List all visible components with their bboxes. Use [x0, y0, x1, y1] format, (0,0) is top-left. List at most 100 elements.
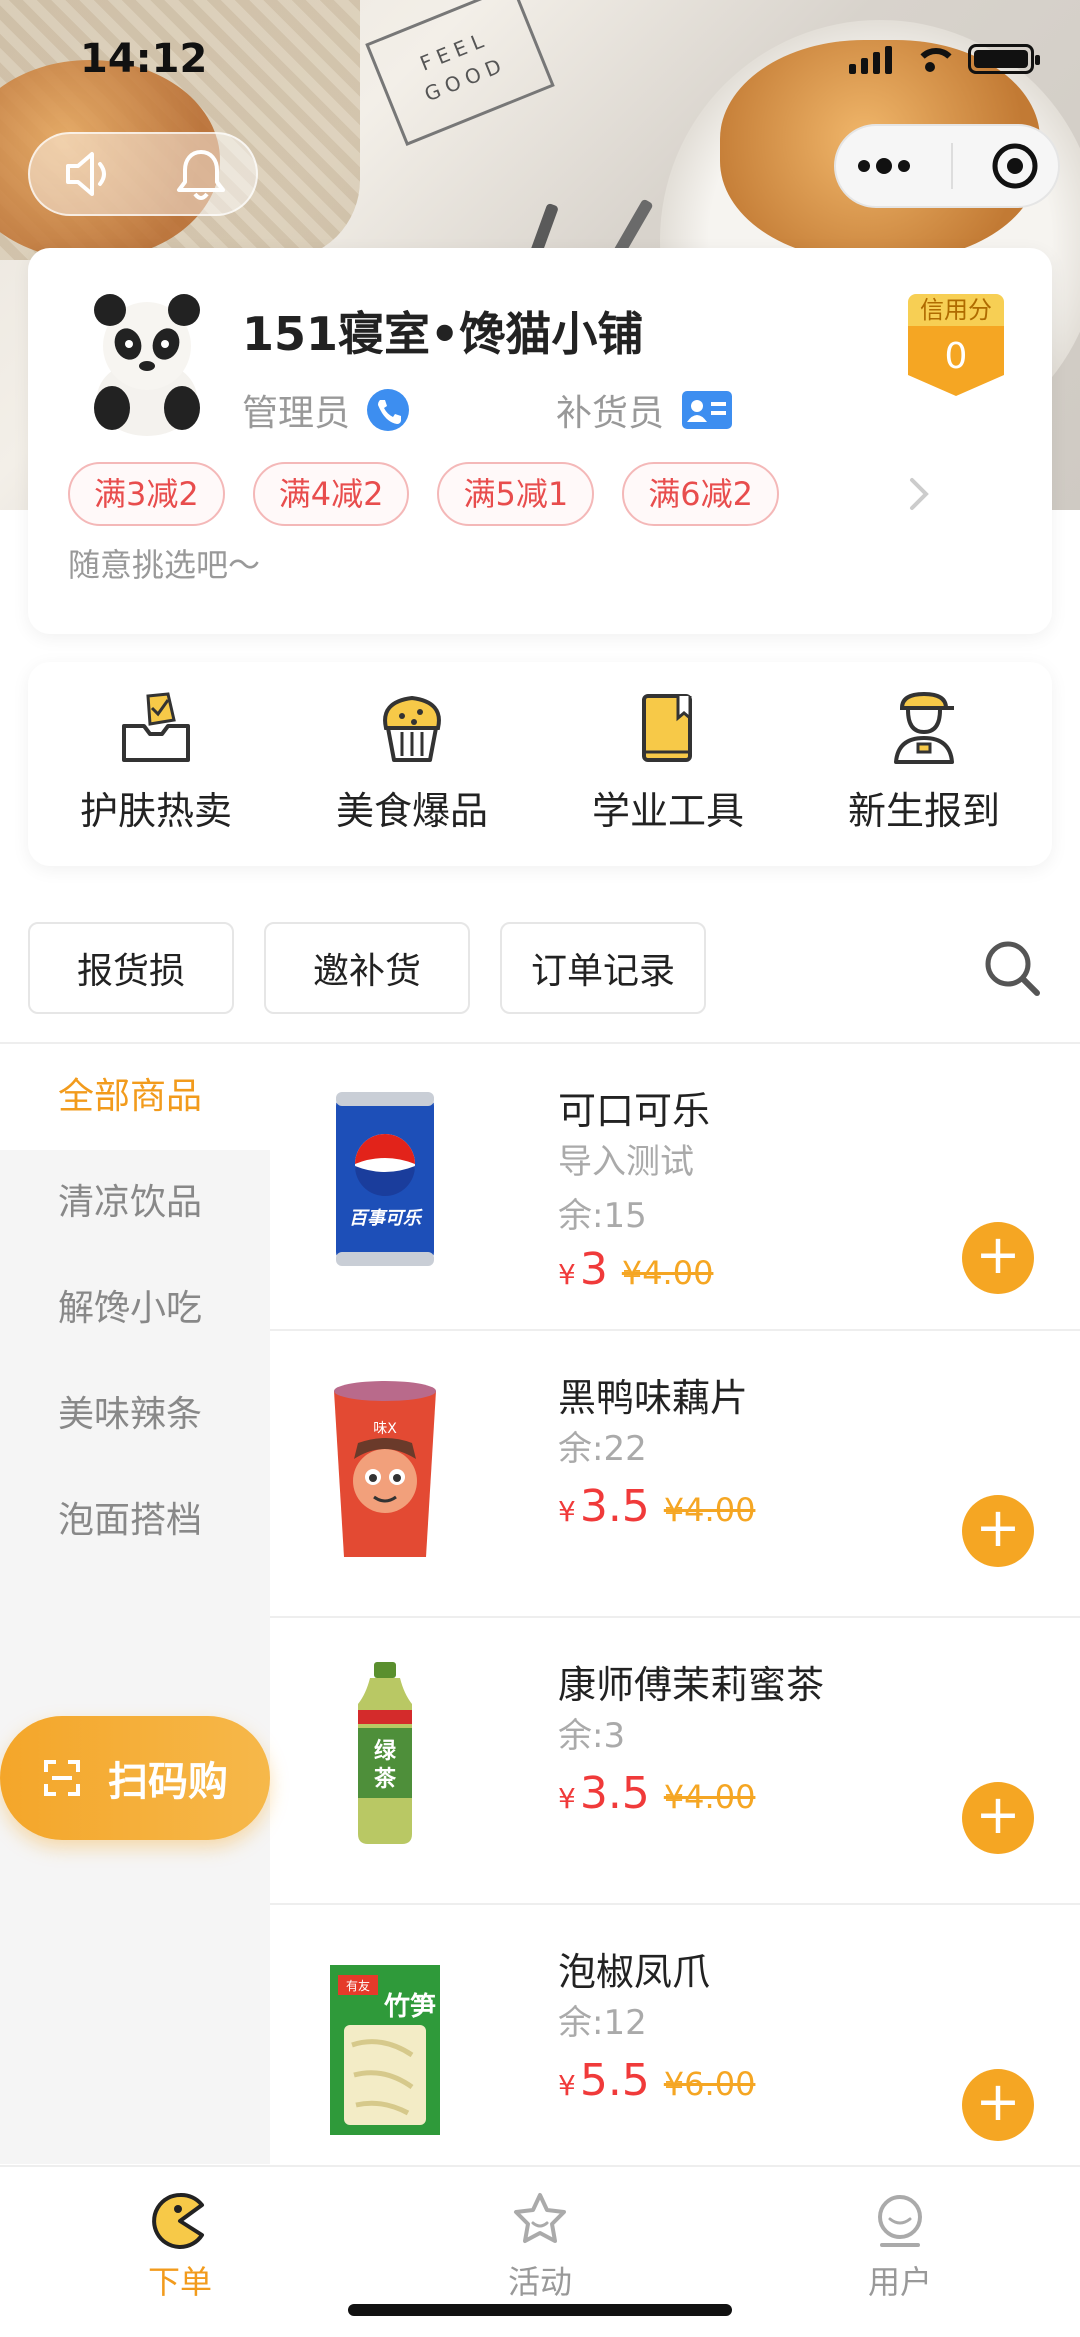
phone-icon[interactable]	[366, 388, 410, 432]
original-price: ¥6.00	[663, 2065, 756, 2103]
category-skincare[interactable]: 护肤热卖	[28, 662, 284, 866]
book-icon	[642, 694, 692, 762]
product-item[interactable]: 味X 黑鸭味藕片 余:22 ¥ 3.5 ¥4.00 +	[270, 1331, 1080, 1618]
product-stock: 余:12	[558, 2003, 647, 2043]
currency-symbol: ¥	[558, 1258, 576, 1291]
search-icon[interactable]	[980, 936, 1044, 1000]
speaker-icon[interactable]	[60, 146, 116, 202]
pacman-icon	[152, 2192, 204, 2249]
product-list: 百事可乐 可口可乐 导入测试 余:15 ¥ 3 ¥4.00 + 味X 黑鸭味藕片…	[270, 1044, 1080, 2164]
coupon-tag[interactable]: 满6减2	[622, 462, 779, 526]
category-study[interactable]: 学业工具	[540, 662, 796, 866]
currency-symbol: ¥	[558, 1782, 576, 1815]
svg-text:有友: 有友	[346, 1979, 370, 1993]
category-label: 学业工具	[591, 789, 744, 833]
product-price: ¥ 3.5 ¥4.00	[558, 1481, 755, 1532]
product-stock: 余:22	[558, 1429, 647, 1469]
coupon-tag[interactable]: 满5减1	[437, 462, 595, 526]
original-price: ¥4.00	[663, 1491, 756, 1529]
home-indicator[interactable]	[348, 2304, 732, 2316]
bell-icon[interactable]	[175, 146, 227, 202]
tab-label: 用户	[867, 2263, 932, 2301]
shop-name: 151寝室•馋猫小铺	[242, 307, 644, 361]
notice-text: 随意挑选吧～	[68, 546, 261, 584]
category-label: 新生报到	[847, 789, 1000, 833]
product-image: 味X	[334, 1381, 436, 1557]
credit-label: 信用分	[908, 294, 1004, 326]
product-image: 绿 茶	[358, 1662, 412, 1844]
currency-symbol: ¥	[558, 1495, 576, 1528]
sound-notify-pill	[28, 132, 258, 216]
battery-icon	[968, 44, 1040, 74]
add-to-cart-button[interactable]: +	[962, 2069, 1034, 2141]
svg-text:茶: 茶	[374, 1767, 397, 1792]
category-shortcuts: 护肤热卖 美食爆品 学业工具 新生报到	[28, 662, 1052, 866]
action-bar: 报货损 邀补货 订单记录	[28, 922, 706, 1014]
add-to-cart-button[interactable]: +	[962, 1782, 1034, 1854]
credit-badge: 信用分 0	[908, 294, 1004, 396]
svg-text:百事可乐: 百事可乐	[349, 1208, 423, 1229]
add-to-cart-button[interactable]: +	[962, 1222, 1034, 1294]
current-price: 5.5	[579, 2055, 650, 2106]
category-freshman[interactable]: 新生报到	[796, 662, 1052, 866]
panda-avatar	[94, 294, 200, 436]
coupon-tag[interactable]: 满3减2	[68, 462, 225, 526]
product-name: 可口可乐	[558, 1089, 711, 1133]
product-item[interactable]: 百事可乐 可口可乐 导入测试 余:15 ¥ 3 ¥4.00 +	[270, 1044, 1080, 1331]
scan-icon	[44, 1760, 80, 1796]
shop-card: 151寝室•馋猫小铺 管理员 补货员 信用分 0 满3减2 满4减2 满5减1 …	[28, 248, 1052, 634]
product-price: ¥ 3 ¥4.00	[558, 1244, 713, 1295]
product-name: 康师傅茉莉蜜茶	[558, 1663, 825, 1707]
tab-label: 活动	[507, 2263, 572, 2301]
tab-user[interactable]: 用户	[720, 2167, 1080, 2337]
star-smile-icon	[514, 2193, 566, 2243]
checkbox-ballot-icon	[122, 692, 190, 762]
report-loss-button[interactable]: 报货损	[28, 922, 234, 1014]
order-history-button[interactable]: 订单记录	[500, 922, 706, 1014]
original-price: ¥4.00	[621, 1254, 714, 1292]
wifi-icon	[910, 44, 958, 74]
chevron-right-icon[interactable]	[904, 474, 934, 514]
sidebar-item-noodle-partners[interactable]: 泡面搭档	[0, 1468, 270, 1574]
admin-role: 管理员	[242, 384, 410, 436]
status-time: 14:12	[80, 36, 208, 82]
credit-value: 0	[908, 326, 1004, 396]
category-food[interactable]: 美食爆品	[284, 662, 540, 866]
svg-text:绿: 绿	[374, 1738, 397, 1764]
coupon-tag[interactable]: 满4减2	[252, 462, 410, 526]
admin-role-label: 管理员	[242, 393, 351, 434]
scan-label: 扫码购	[108, 1759, 228, 1805]
tab-order[interactable]: 下单	[0, 2167, 360, 2337]
sidebar-item-spicy-strips[interactable]: 美味辣条	[0, 1362, 270, 1468]
scan-to-buy-button[interactable]: 扫码购	[0, 1716, 270, 1840]
product-item[interactable]: 有友 竹笋 泡椒凤爪 余:12 ¥ 5.5 ¥6.00 +	[270, 1905, 1080, 2164]
signal-icon	[849, 44, 892, 74]
more-icon[interactable]	[854, 156, 914, 176]
product-image: 百事可乐	[336, 1092, 434, 1266]
student-icon	[894, 691, 954, 764]
original-price: ¥4.00	[663, 1778, 756, 1816]
muffin-icon	[383, 695, 441, 762]
user-face-icon	[878, 2195, 922, 2247]
close-target-icon[interactable]	[990, 141, 1040, 191]
coupon-list: 满3减2 满4减2 满5减1 满6减2	[68, 462, 779, 526]
product-desc: 导入测试	[558, 1142, 694, 1182]
category-sidebar: 全部商品 清凉饮品 解馋小吃 美味辣条 泡面搭档	[0, 1044, 270, 2164]
product-name: 泡椒凤爪	[558, 1950, 711, 1994]
feel-good-card: FEEL GOOD	[365, 0, 555, 146]
sidebar-item-drinks[interactable]: 清凉饮品	[0, 1150, 270, 1256]
product-stock: 余:3	[558, 1716, 626, 1756]
product-item[interactable]: 绿 茶 康师傅茉莉蜜茶 余:3 ¥ 3.5 ¥4.00 +	[270, 1618, 1080, 1905]
id-card-icon[interactable]	[682, 391, 733, 429]
category-label: 美食爆品	[335, 789, 488, 833]
sidebar-item-snacks[interactable]: 解馋小吃	[0, 1256, 270, 1362]
add-to-cart-button[interactable]: +	[962, 1495, 1034, 1567]
product-name: 黑鸭味藕片	[558, 1376, 749, 1420]
invite-restock-button[interactable]: 邀补货	[264, 922, 470, 1014]
status-icons	[849, 44, 1040, 74]
miniprogram-capsule	[834, 124, 1060, 208]
product-image: 有友 竹笋	[330, 1965, 440, 2135]
sidebar-item-all[interactable]: 全部商品	[0, 1044, 270, 1150]
current-price: 3.5	[579, 1481, 650, 1532]
product-stock: 余:15	[558, 1196, 647, 1236]
